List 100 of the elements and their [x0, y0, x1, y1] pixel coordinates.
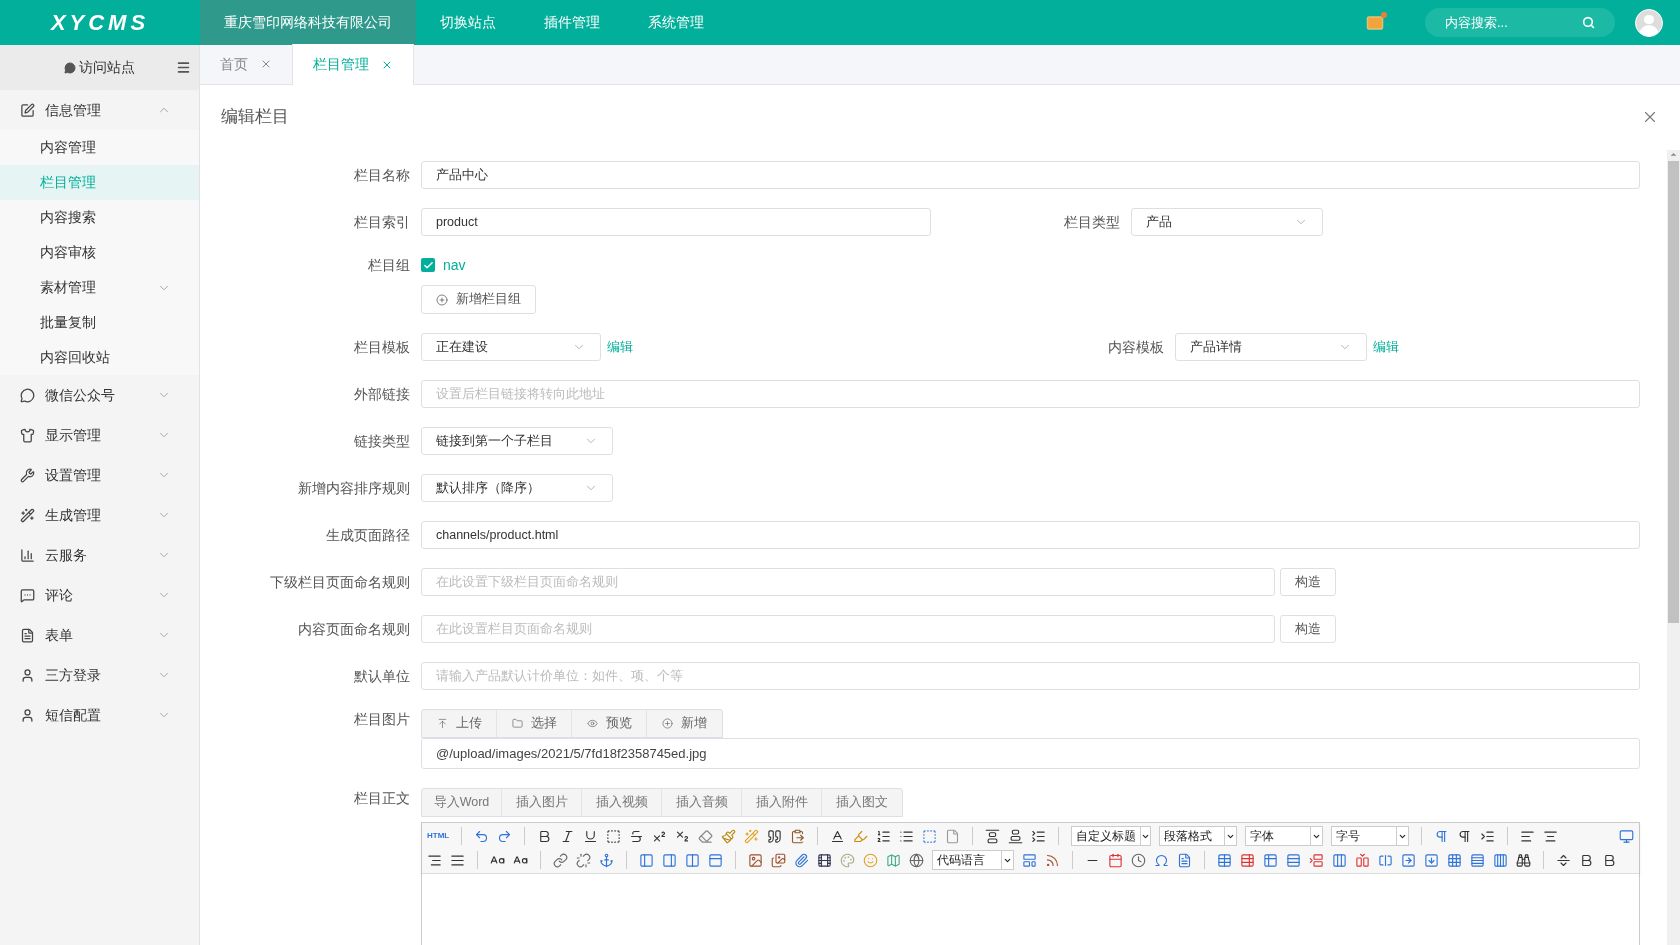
preview-icon[interactable]	[1619, 828, 1634, 844]
film-icon[interactable]	[817, 852, 832, 868]
menu-icon[interactable]	[176, 60, 191, 75]
insert-button[interactable]: 插入音频	[662, 789, 742, 816]
split-cells-icon[interactable]	[1447, 852, 1462, 868]
quote-icon[interactable]	[767, 828, 783, 844]
images-icon[interactable]	[771, 852, 786, 868]
line-spacing-icon[interactable]	[1031, 828, 1047, 844]
merge-cells-icon[interactable]	[1378, 852, 1393, 868]
globe-icon[interactable]	[909, 852, 924, 868]
image-action-button[interactable]: 上传	[422, 710, 497, 737]
insert-button[interactable]: 插入图片	[502, 789, 582, 816]
sidebar-group[interactable]: 云服务	[0, 535, 199, 575]
bold-icon[interactable]	[1602, 852, 1617, 868]
sidebar-group[interactable]: 显示管理	[0, 415, 199, 455]
justify-icon[interactable]	[450, 852, 465, 868]
map-icon[interactable]	[886, 852, 901, 868]
sidebar-group[interactable]: 三方登录	[0, 655, 199, 695]
image-action-button[interactable]: 新增	[647, 710, 722, 737]
italic-icon[interactable]	[560, 828, 576, 844]
rich-text-editor[interactable]: HTML 自定义标题 段落格式 字体 字号 代码语言	[421, 822, 1640, 945]
ordered-list-icon[interactable]	[876, 828, 892, 844]
table-title-icon[interactable]	[1263, 852, 1278, 868]
delete-table-icon[interactable]	[1240, 852, 1255, 868]
text-field[interactable]: 在此设置下级栏目页面命名规则	[421, 568, 1275, 596]
image-path-field[interactable]: @/upload/images/2021/5/7fd18f2358745ed.jpg	[421, 738, 1640, 769]
font-color-icon[interactable]	[830, 828, 846, 844]
sidebar-group[interactable]: 生成管理	[0, 495, 199, 535]
align-right-icon[interactable]	[427, 852, 442, 868]
text-field[interactable]: 设置后栏目链接将转向此地址	[421, 380, 1640, 408]
scrollbar[interactable]	[1667, 150, 1680, 945]
sidebar-group[interactable]: 信息管理	[0, 90, 199, 130]
anchor-icon[interactable]	[599, 852, 614, 868]
merge-down-icon[interactable]	[1424, 852, 1439, 868]
dropdown[interactable]: 正在建设	[421, 333, 601, 361]
dropdown[interactable]: 默认排序（降序）	[421, 474, 613, 502]
toolbar-dropdown[interactable]: 段落格式	[1159, 826, 1238, 846]
bold-icon[interactable]	[1579, 852, 1594, 868]
sidebar-item[interactable]: 内容搜索	[0, 200, 199, 235]
image-icon[interactable]	[748, 852, 763, 868]
unlink-icon[interactable]	[576, 852, 591, 868]
align-bottom-icon[interactable]	[1008, 828, 1024, 844]
pilcrow-icon[interactable]	[1457, 828, 1473, 844]
avatar[interactable]	[1635, 8, 1663, 37]
merge-right-icon[interactable]	[1401, 852, 1416, 868]
align-center-icon[interactable]	[1543, 828, 1559, 844]
checkbox[interactable]	[421, 258, 435, 272]
text-field[interactable]: 产品中心	[421, 161, 1640, 189]
brush-icon[interactable]	[721, 828, 737, 844]
float-left-icon[interactable]	[639, 852, 654, 868]
link-icon[interactable]	[553, 852, 568, 868]
bullet-list-icon[interactable]	[899, 828, 915, 844]
page-break-icon[interactable]	[1556, 852, 1571, 868]
sidebar-group[interactable]: 微信公众号	[0, 375, 199, 415]
build-button[interactable]: 构造	[1280, 568, 1336, 596]
split-rows-icon[interactable]	[1470, 852, 1485, 868]
float-right-icon[interactable]	[662, 852, 677, 868]
delete-column-icon[interactable]	[1355, 852, 1370, 868]
superscript-icon[interactable]	[652, 828, 668, 844]
clock-icon[interactable]	[1131, 852, 1146, 868]
close-tab-icon[interactable]	[260, 58, 272, 70]
center-block-icon[interactable]	[708, 852, 723, 868]
strikethrough-icon[interactable]	[629, 828, 645, 844]
dropdown[interactable]: 链接到第一个子栏目	[421, 427, 613, 455]
sidebar-group[interactable]: 评论	[0, 575, 199, 615]
undo-icon[interactable]	[474, 828, 490, 844]
insert-button[interactable]: 插入附件	[742, 789, 822, 816]
text-field[interactable]: product	[421, 208, 931, 236]
sidebar-group[interactable]: 设置管理	[0, 455, 199, 495]
float-none-icon[interactable]	[685, 852, 700, 868]
template-icon[interactable]	[1022, 852, 1037, 868]
scrollbar-thumb[interactable]	[1668, 161, 1679, 623]
sidebar-item[interactable]: 内容管理	[0, 130, 199, 165]
highlighter-icon[interactable]	[853, 828, 869, 844]
text-border-icon[interactable]	[606, 828, 622, 844]
dropdown[interactable]: 产品	[1131, 208, 1323, 236]
html-source-button[interactable]: HTML	[427, 830, 450, 842]
sidebar-group[interactable]: 表单	[0, 615, 199, 655]
align-top-icon[interactable]	[985, 828, 1001, 844]
subscript-icon[interactable]	[675, 828, 691, 844]
image-action-button[interactable]: 选择	[497, 710, 572, 737]
toolbar-dropdown[interactable]: 代码语言	[932, 850, 1014, 870]
paste-icon[interactable]	[790, 828, 806, 844]
split-columns-icon[interactable]	[1493, 852, 1508, 868]
dropdown[interactable]: 产品详情	[1175, 333, 1367, 361]
paperclip-icon[interactable]	[794, 852, 809, 868]
toolbar-dropdown[interactable]: 字号	[1331, 826, 1410, 846]
delete-row-icon[interactable]	[1309, 852, 1324, 868]
toolbar-dropdown[interactable]: 自定义标题	[1071, 826, 1152, 846]
insert-button[interactable]: 导入Word	[422, 789, 502, 816]
blank-page-icon[interactable]	[945, 828, 961, 844]
eraser-icon[interactable]	[698, 828, 714, 844]
insert-button[interactable]: 插入视频	[582, 789, 662, 816]
calendar-icon[interactable]	[1108, 852, 1123, 868]
build-button[interactable]: 构造	[1280, 615, 1336, 643]
align-left-icon[interactable]	[1520, 828, 1536, 844]
word-icon[interactable]	[1177, 852, 1192, 868]
scroll-up-icon[interactable]	[1669, 150, 1678, 159]
insert-row-icon[interactable]	[1286, 852, 1301, 868]
text-field[interactable]: channels/product.html	[421, 521, 1640, 549]
